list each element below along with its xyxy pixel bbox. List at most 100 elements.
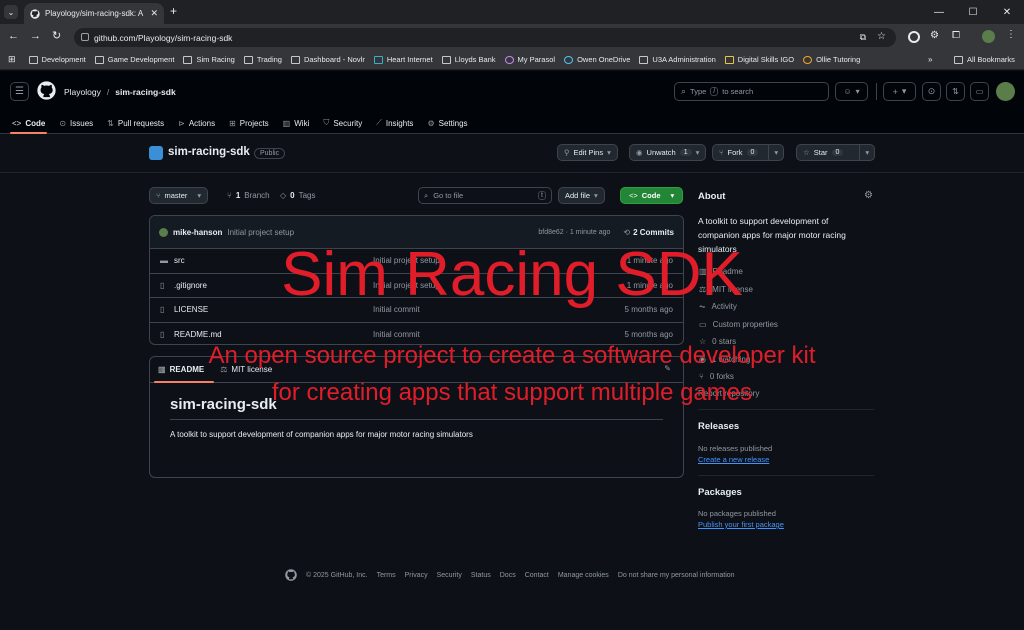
file-commit-message[interactable]: Initial commit: [373, 330, 625, 339]
all-bookmarks[interactable]: All Bookmarks: [954, 55, 1015, 64]
tab-insights[interactable]: ⟋ Insights: [376, 112, 413, 134]
address-bar[interactable]: github.com/Playology/sim-racing-sdk ⧉ ☆: [74, 28, 896, 47]
pull-requests-icon[interactable]: ⇅: [946, 82, 965, 101]
branches-link[interactable]: ⑂ 1 Branch: [227, 191, 270, 200]
packages-title[interactable]: Packages: [698, 487, 742, 498]
branch-selector[interactable]: ⑂ master ▾: [149, 187, 209, 204]
about-title: About: [698, 191, 726, 202]
bookmark-item[interactable]: Game Development: [94, 55, 174, 64]
footer-link[interactable]: Contact: [525, 572, 549, 579]
user-avatar[interactable]: [996, 82, 1015, 101]
footer-link[interactable]: Manage cookies: [558, 572, 609, 579]
back-icon[interactable]: ←: [8, 30, 19, 42]
publish-package-link[interactable]: Publish your first package: [698, 520, 784, 529]
copilot-button[interactable]: ☺ ▾: [835, 82, 868, 101]
folder-icon: [94, 55, 104, 64]
add-file-button[interactable]: Add file ▾: [558, 187, 605, 204]
repo-name-link[interactable]: sim-racing-sdk: [115, 87, 175, 97]
footer-link[interactable]: Terms: [377, 572, 396, 579]
site-info-icon[interactable]: [81, 33, 89, 41]
profile-avatar[interactable]: [982, 30, 995, 43]
footer-link[interactable]: Security: [437, 572, 462, 579]
repo-owner-link[interactable]: Playology: [64, 87, 101, 97]
bookmark-item[interactable]: U3A Administration: [639, 55, 716, 64]
bookmark-item[interactable]: My Parasol: [504, 55, 555, 64]
bookmark-item[interactable]: Lloyds Bank: [441, 55, 496, 64]
branch-icon: ⑂: [156, 191, 161, 200]
tab-settings[interactable]: ⚙ Settings: [427, 112, 467, 134]
footer-link[interactable]: Privacy: [405, 572, 428, 579]
folder-icon: [183, 55, 193, 64]
commits-link[interactable]: ⟲ 2 Commits: [623, 228, 674, 237]
issues-icon[interactable]: ⊙: [922, 82, 941, 101]
bookmark-item[interactable]: Development: [28, 55, 86, 64]
commit-hash-time[interactable]: bfd8e62 · 1 minute ago: [538, 229, 610, 236]
watch-button[interactable]: ◉ Unwatch 1 ▾: [629, 144, 707, 161]
releases-title[interactable]: Releases: [698, 421, 739, 432]
bookmark-item[interactable]: Ollie Tutoring: [803, 55, 860, 64]
forward-icon[interactable]: →: [30, 30, 41, 42]
tags-link[interactable]: ◇ 0 Tags: [280, 191, 316, 200]
bookmark-item[interactable]: Heart Internet: [373, 55, 433, 64]
tab-issues[interactable]: ⊙ Issues: [59, 112, 93, 134]
code-button[interactable]: <> Code ▾: [620, 187, 684, 204]
apps-grid-icon[interactable]: ⊞: [8, 54, 16, 65]
extension-icon[interactable]: [908, 31, 920, 43]
repo-title[interactable]: sim-racing-sdk: [168, 146, 250, 158]
new-tab-icon[interactable]: +: [170, 4, 177, 18]
install-app-icon[interactable]: ⧉: [860, 32, 866, 43]
chevron-down-icon: ▾: [695, 148, 700, 157]
tab-actions[interactable]: ⊳ Actions: [178, 112, 215, 134]
bookmark-star-icon[interactable]: ☆: [877, 31, 886, 42]
extensions-icon[interactable]: ⧠: [952, 30, 960, 41]
parasol-icon: [504, 55, 514, 64]
go-to-file-input[interactable]: ⌕ Go to file t: [418, 187, 552, 204]
extension-puzzle-icon[interactable]: ⚙: [930, 30, 939, 41]
footer-link[interactable]: Do not share my personal information: [618, 572, 735, 579]
github-logo-icon[interactable]: [285, 569, 297, 581]
tab-close-icon[interactable]: ✕: [150, 8, 158, 19]
tab-pull-requests[interactable]: ⇅ Pull requests: [107, 112, 164, 134]
commit-message[interactable]: Initial project setup: [227, 228, 533, 237]
book-icon: ▥: [282, 118, 291, 128]
tab-security[interactable]: ⛉ Security: [323, 112, 362, 134]
github-logo-icon[interactable]: [37, 81, 56, 100]
tab-projects[interactable]: ⊞ Projects: [229, 112, 269, 134]
close-window-icon[interactable]: ✕: [990, 0, 1024, 24]
chevron-down-icon: ▾: [197, 191, 202, 200]
chevron-down-icon[interactable]: ▾: [859, 145, 874, 160]
edit-pins-button[interactable]: ⚲ Edit Pins ▾: [557, 144, 618, 161]
star-button[interactable]: ☆ Star 0 ▾: [796, 144, 876, 161]
chevron-down-icon: ▾: [594, 191, 598, 200]
about-settings-gear-icon[interactable]: ⚙: [864, 190, 873, 201]
global-search-input[interactable]: ⌕ Type / to search: [674, 82, 829, 101]
tab-code[interactable]: <> Code: [9, 112, 48, 134]
minimize-icon[interactable]: —: [922, 0, 956, 24]
reload-icon[interactable]: ↻: [52, 29, 61, 42]
inbox-icon[interactable]: ▭: [970, 82, 989, 101]
chevron-down-icon[interactable]: ▾: [768, 145, 783, 160]
footer-link[interactable]: Status: [471, 572, 491, 579]
folder-icon: [954, 55, 963, 64]
bookmark-item[interactable]: Dashboard - Novlr: [290, 55, 365, 64]
more-bookmarks-icon[interactable]: »: [928, 55, 932, 64]
create-release-link[interactable]: Create a new release: [698, 455, 769, 464]
chrome-menu-icon[interactable]: ⋮: [1006, 29, 1016, 40]
file-name[interactable]: README.md: [174, 330, 373, 339]
commit-author[interactable]: mike-hanson: [173, 228, 222, 237]
footer-link[interactable]: Docs: [500, 572, 516, 579]
maximize-icon[interactable]: ☐: [956, 0, 990, 24]
custom-properties-link[interactable]: ▭ Custom properties: [699, 316, 778, 334]
fork-button[interactable]: ⑂ Fork 0 ▾: [712, 144, 785, 161]
create-new-button[interactable]: + ▾: [883, 82, 916, 101]
tab-wiki[interactable]: ▥ Wiki: [283, 112, 310, 134]
file-time: 5 months ago: [624, 329, 673, 339]
bookmark-item[interactable]: Trading: [243, 55, 282, 64]
bookmark-item[interactable]: Sim Racing: [183, 55, 235, 64]
bookmark-item[interactable]: Owen OneDrive: [564, 55, 630, 64]
bookmark-item[interactable]: Digital Skills IGO: [724, 55, 794, 64]
tab-search-icon[interactable]: ⌄: [4, 5, 18, 19]
repo-nav: <> Code ⊙ Issues ⇅ Pull requests ⊳ Actions ⊞…: [0, 112, 468, 134]
browser-tab[interactable]: Playology/sim-racing-sdk: A to ✕: [24, 3, 164, 24]
menu-hamburger-icon[interactable]: ☰: [10, 82, 29, 101]
